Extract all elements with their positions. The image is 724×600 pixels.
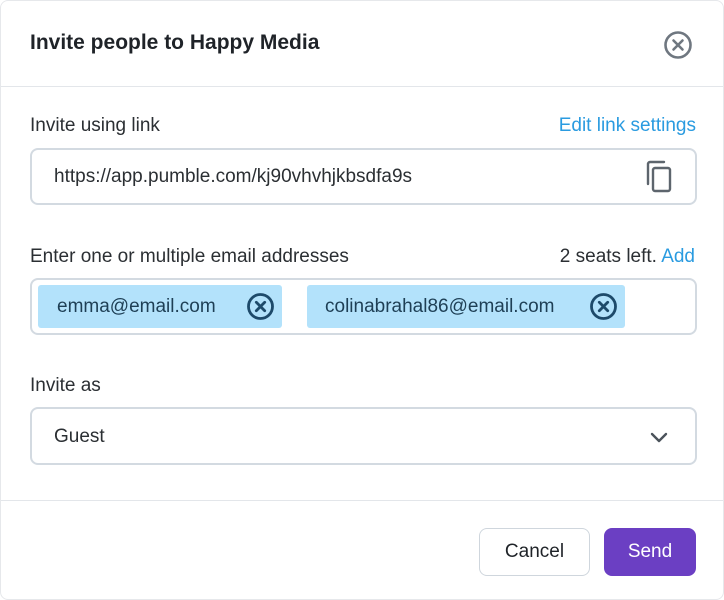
remove-circle-icon [589, 292, 617, 320]
cancel-button[interactable]: Cancel [479, 528, 590, 576]
seats-info: 2 seats left. Add [560, 246, 695, 268]
invite-dialog: Invite people to Happy Media Invite usin… [0, 0, 724, 600]
email-chip-text: colinabrahal86@email.com [325, 295, 555, 317]
chevron-down-icon [650, 432, 668, 443]
remove-email-button[interactable] [245, 291, 275, 321]
dialog-footer: Cancel Send [1, 500, 723, 599]
role-select[interactable]: Guest [30, 407, 697, 465]
remove-email-button[interactable] [588, 291, 618, 321]
remove-circle-icon [246, 292, 274, 320]
add-seats-link[interactable]: Add [661, 246, 695, 267]
close-button[interactable] [662, 29, 694, 61]
email-input-field[interactable]: emma@email.com colinabrahal86@email.com [30, 278, 697, 335]
edit-link-settings-link[interactable]: Edit link settings [559, 115, 696, 137]
dialog-title: Invite people to Happy Media [30, 31, 320, 54]
invite-link-field[interactable]: https://app.pumble.com/kj90vhvhjkbsdfa9s [30, 148, 697, 205]
copy-icon [646, 160, 672, 193]
email-chip: emma@email.com [38, 285, 282, 328]
send-button[interactable]: Send [604, 528, 696, 576]
close-circle-icon [664, 31, 692, 59]
seats-left-text: 2 seats left. [559, 246, 657, 267]
email-chip-text: emma@email.com [57, 295, 216, 317]
invite-link-url: https://app.pumble.com/kj90vhvhjkbsdfa9s [54, 166, 413, 187]
invite-as-label: Invite as [30, 375, 101, 396]
role-select-value: Guest [54, 426, 105, 447]
email-chip: colinabrahal86@email.com [307, 285, 625, 328]
copy-link-button[interactable] [642, 160, 676, 194]
email-addresses-label: Enter one or multiple email addresses [30, 246, 349, 267]
invite-link-label: Invite using link [30, 115, 160, 136]
dialog-header: Invite people to Happy Media [1, 1, 723, 87]
